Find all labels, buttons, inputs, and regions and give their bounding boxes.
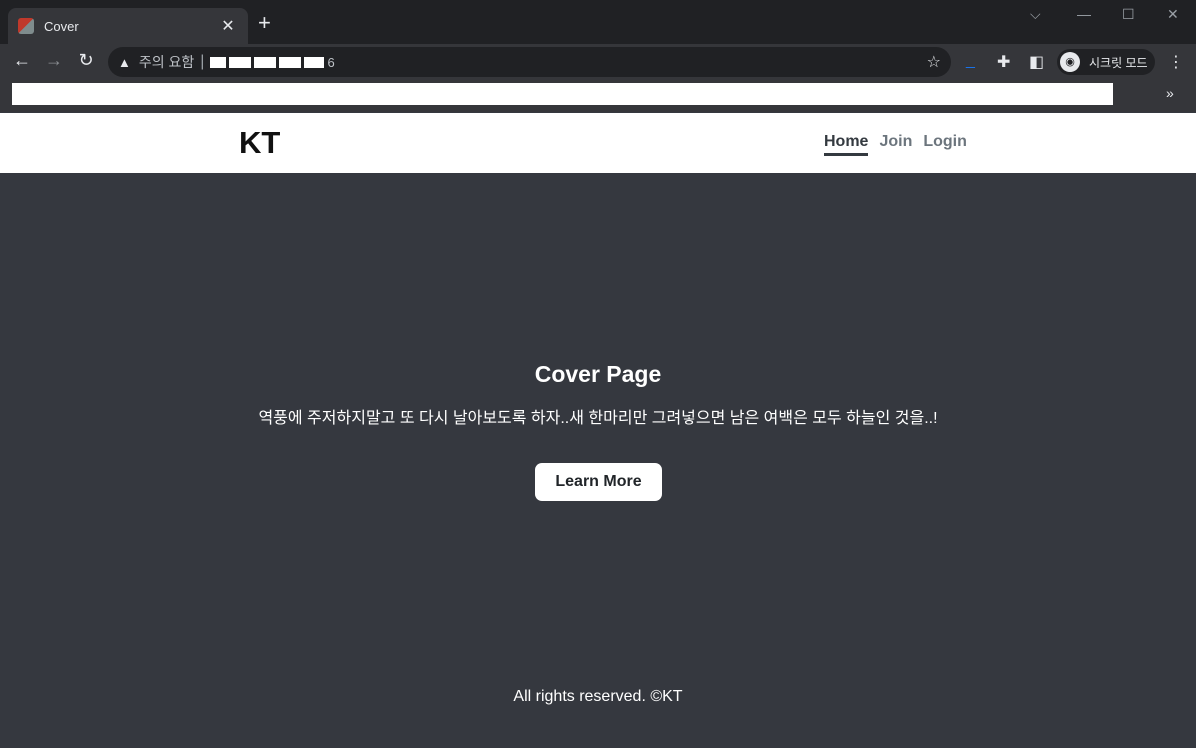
url-tail: 6	[327, 54, 335, 70]
browser-tab[interactable]: Cover ✕	[8, 8, 248, 44]
back-icon[interactable]: ←	[10, 50, 34, 71]
new-tab-button[interactable]: +	[258, 12, 271, 34]
url-text[interactable]: 6	[210, 54, 335, 70]
redacted-block	[279, 56, 302, 68]
cover-lead-text: 역풍에 주저하지말고 또 다시 날아보도록 하자..새 한마리만 그려넣으면 남…	[258, 410, 938, 427]
security-warning-label: 주의 요함	[138, 54, 195, 70]
learn-more-button[interactable]: Learn More	[535, 463, 662, 501]
nav-link-join[interactable]: Join	[879, 133, 912, 156]
tab-search-icon[interactable]: ⌵	[1030, 6, 1041, 23]
menu-icon[interactable]: ⋮	[1168, 52, 1184, 72]
redacted-block	[229, 56, 252, 68]
incognito-badge[interactable]: ◉ 시크릿 모드	[1057, 49, 1155, 75]
close-tab-icon[interactable]: ✕	[218, 16, 238, 36]
incognito-icon: ◉	[1060, 52, 1080, 72]
reload-icon[interactable]: ↻	[74, 50, 98, 71]
forward-icon[interactable]: →	[42, 50, 66, 71]
favicon-icon	[18, 18, 34, 34]
puzzle-icon[interactable]: ✚	[997, 52, 1010, 72]
cover-section: Cover Page 역풍에 주저하지말고 또 다시 날아보도록 하자..새 한…	[0, 173, 1196, 748]
page-title: Cover Page	[534, 361, 662, 387]
address-bar[interactable]: ▲ 주의 요함 | 6 ☆	[108, 47, 951, 77]
site-header: KT Home Join Login	[0, 113, 1196, 173]
bookmark-bar: »	[0, 80, 1196, 112]
redacted-block	[210, 56, 227, 68]
bookmark-area	[12, 83, 1113, 105]
bookmark-star-icon[interactable]: ☆	[927, 52, 941, 72]
side-panel-icon[interactable]: ◧	[1029, 52, 1044, 72]
brand-logo[interactable]: KT	[239, 125, 280, 161]
site-nav: Home Join Login	[824, 133, 967, 156]
redacted-block	[304, 56, 325, 68]
nav-link-home[interactable]: Home	[824, 133, 869, 156]
bookmark-overflow-icon[interactable]: »	[1166, 85, 1174, 101]
incognito-label: 시크릿 모드	[1089, 55, 1148, 70]
browser-toolbar: ← → ↻ ▲ 주의 요함 | 6 ☆ _ ✚ ◧ ◉ 시크릿 모드 ⋮	[0, 44, 1196, 80]
nav-link-login[interactable]: Login	[923, 133, 967, 156]
minimize-icon[interactable]: —	[1077, 6, 1091, 22]
redacted-block	[254, 56, 277, 68]
omnibox-separator: |	[200, 53, 205, 70]
browser-tabstrip: Cover ✕ + ⌵ — ☐ ✕	[0, 0, 1196, 44]
maximize-icon[interactable]: ☐	[1122, 6, 1135, 23]
close-window-icon[interactable]: ✕	[1167, 6, 1179, 23]
footer-text: All rights reserved. ©KT	[513, 688, 683, 705]
extension-icon[interactable]: _	[966, 52, 975, 70]
warning-icon: ▲	[118, 54, 131, 70]
tab-title: Cover	[44, 18, 79, 34]
